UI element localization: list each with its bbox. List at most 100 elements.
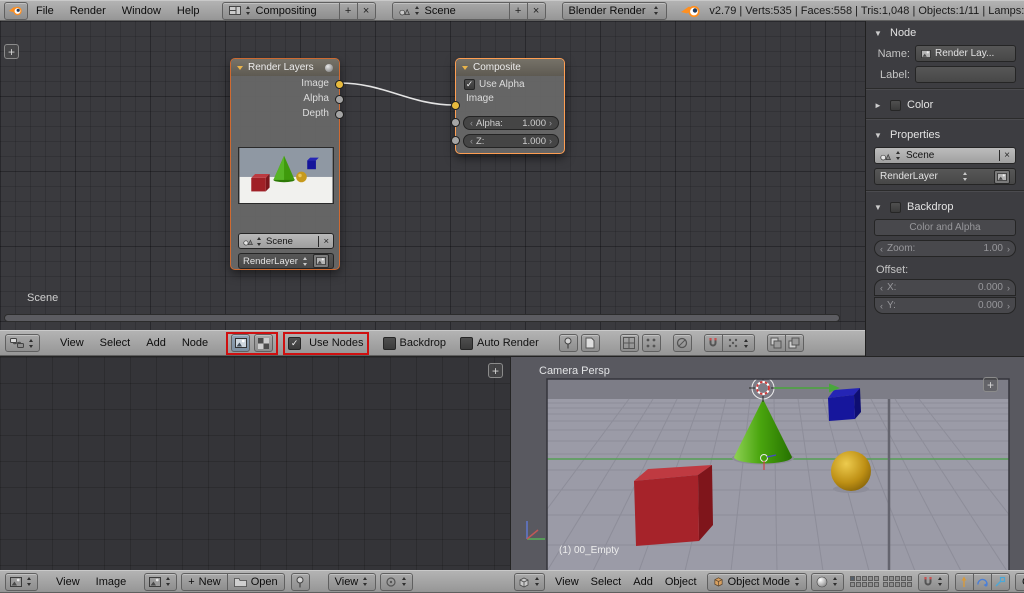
remove-layout-button[interactable]: × <box>356 1 376 20</box>
editor-type-selector-3d[interactable] <box>514 572 545 591</box>
properties-section-header[interactable]: ▼ Properties <box>866 123 1024 145</box>
node-editor-area[interactable]: + Render Layers Image Alpha Depth Scene … <box>0 21 865 330</box>
alpha-input-socket[interactable] <box>451 118 460 127</box>
manipulator-translate-toggle[interactable] <box>954 572 974 591</box>
node-name-field[interactable]: Render Lay... <box>915 45 1016 62</box>
node-label-field[interactable] <box>915 66 1016 83</box>
node-scene-selector[interactable]: Scene × <box>238 233 334 249</box>
snap-element-selector[interactable] <box>721 334 755 352</box>
menu-add[interactable]: Add <box>138 337 174 349</box>
composite-node[interactable]: Composite ✓ Use Alpha Image ‹ Alpha: 1.0… <box>451 58 565 154</box>
panel-scene-selector[interactable]: Scene × <box>874 147 1016 164</box>
collapse-triangle-icon[interactable] <box>237 65 243 70</box>
alpha-value-slider[interactable]: ‹ Alpha: 1.000 › <box>463 116 559 130</box>
backdrop-section-header[interactable]: ▼ Backdrop <box>866 195 1024 217</box>
increment-icon[interactable]: › <box>1007 244 1010 254</box>
proportional-edit-button[interactable] <box>672 334 692 352</box>
node-section-header[interactable]: ▼ Node <box>866 21 1024 43</box>
image-datablock-selector[interactable] <box>144 572 178 591</box>
use-alpha-checkbox[interactable]: ✓ <box>464 79 475 90</box>
menu-object[interactable]: Object <box>659 576 703 588</box>
color-section-header[interactable]: ► Color <box>866 93 1024 115</box>
add-scene-button[interactable]: + <box>508 1 528 20</box>
screen-layout-selector[interactable]: Compositing <box>221 1 340 20</box>
menu-view[interactable]: View <box>48 576 88 588</box>
expand-triangle-icon[interactable]: ▼ <box>874 131 884 140</box>
z-input-socket[interactable] <box>451 136 460 145</box>
manipulator-rotate-toggle[interactable] <box>972 572 992 591</box>
horizontal-scrollbar[interactable] <box>4 314 840 322</box>
menu-file[interactable]: File <box>28 5 62 17</box>
layers-grid-right[interactable] <box>882 576 912 587</box>
editor-type-selector-image[interactable] <box>5 572 38 591</box>
3d-viewport[interactable]: Camera Persp (1) 00_Empty + <box>510 356 1024 571</box>
offset-y-field[interactable]: ‹ Y: 0.000 › <box>874 297 1016 314</box>
menu-node[interactable]: Node <box>174 337 216 349</box>
increment-icon[interactable]: › <box>1007 283 1010 293</box>
mode-selector[interactable]: Object Mode <box>706 572 807 591</box>
region-expand-handle[interactable]: + <box>488 363 503 378</box>
backdrop-checkbox[interactable] <box>382 336 396 350</box>
add-layout-button[interactable]: + <box>338 1 358 20</box>
unlink-scene-icon[interactable]: × <box>999 150 1010 161</box>
layers-widget[interactable] <box>849 576 912 587</box>
offset-x-field[interactable]: ‹ X: 0.000 › <box>874 279 1016 296</box>
increment-icon[interactable]: › <box>549 136 552 146</box>
node-preview-toggle-icon[interactable] <box>325 63 333 72</box>
pivot-selector[interactable] <box>380 572 414 591</box>
node-header[interactable]: Composite <box>456 59 564 76</box>
swap-screen-button[interactable] <box>784 334 804 352</box>
menu-render[interactable]: Render <box>62 5 114 17</box>
image-input-socket[interactable] <box>451 101 460 110</box>
expand-triangle-icon[interactable]: ► <box>874 101 884 110</box>
node-layer-selector[interactable]: RenderLayer <box>238 253 334 269</box>
depth-output-socket[interactable] <box>335 110 344 119</box>
render-engine-selector[interactable]: Blender Render <box>561 1 668 20</box>
color-checkbox[interactable] <box>890 99 901 111</box>
image-output-socket[interactable] <box>335 80 344 89</box>
parent-tree-button[interactable] <box>580 334 600 352</box>
auto-render-checkbox[interactable] <box>460 336 474 350</box>
collapse-triangle-icon[interactable] <box>462 65 468 70</box>
3d-viewport-canvas[interactable]: Camera Persp (1) 00_Empty <box>511 357 1024 571</box>
menu-image[interactable]: Image <box>88 576 135 588</box>
open-image-button[interactable]: Open <box>226 572 285 591</box>
increment-icon[interactable]: › <box>1007 301 1010 311</box>
layers-grid-left[interactable] <box>849 576 879 587</box>
expand-triangle-icon[interactable]: ▼ <box>874 203 884 212</box>
copy-screen-button[interactable] <box>766 334 786 352</box>
backdrop-channels-selector[interactable]: Color and Alpha <box>874 219 1016 236</box>
scene-selector[interactable]: Scene <box>391 1 510 20</box>
panel-layer-selector[interactable]: RenderLayer <box>874 168 1016 185</box>
menu-view[interactable]: View <box>549 576 585 588</box>
use-alpha-row[interactable]: ✓ Use Alpha <box>456 76 564 92</box>
node-header[interactable]: Render Layers <box>231 59 339 76</box>
decrement-icon[interactable]: ‹ <box>470 118 473 128</box>
use-nodes-checkbox[interactable]: ✓ <box>288 336 302 350</box>
app-menu-button[interactable] <box>4 1 28 20</box>
uv-view-mode-selector[interactable]: View <box>327 572 377 591</box>
menu-view[interactable]: View <box>52 337 92 349</box>
rerender-layer-button[interactable] <box>312 254 329 268</box>
alpha-output-socket[interactable] <box>335 95 344 104</box>
menu-select[interactable]: Select <box>92 337 139 349</box>
region-expand-handle[interactable]: + <box>983 377 998 392</box>
menu-window[interactable]: Window <box>114 5 169 17</box>
image-editor-area[interactable]: + <box>0 356 510 570</box>
layout-grid-button[interactable] <box>641 334 661 352</box>
pin-toggle[interactable] <box>558 334 578 352</box>
orientation-selector[interactable]: Global <box>1014 572 1024 591</box>
grease-pencil-grid-button[interactable] <box>619 334 639 352</box>
pin-toggle[interactable] <box>290 572 310 591</box>
menu-help[interactable]: Help <box>169 5 208 17</box>
expand-triangle-icon[interactable]: ▼ <box>874 29 884 38</box>
render-layers-node[interactable]: Render Layers Image Alpha Depth Scene × … <box>230 58 344 270</box>
decrement-icon[interactable]: ‹ <box>880 283 883 293</box>
z-value-slider[interactable]: ‹ Z: 1.000 › <box>463 134 559 148</box>
menu-add[interactable]: Add <box>627 576 659 588</box>
backdrop-zoom-slider[interactable]: ‹ Zoom: 1.00 › <box>874 240 1016 257</box>
texture-nodes-toggle[interactable] <box>254 334 274 352</box>
decrement-icon[interactable]: ‹ <box>880 301 883 311</box>
shading-selector[interactable] <box>810 572 844 591</box>
menu-select[interactable]: Select <box>585 576 628 588</box>
